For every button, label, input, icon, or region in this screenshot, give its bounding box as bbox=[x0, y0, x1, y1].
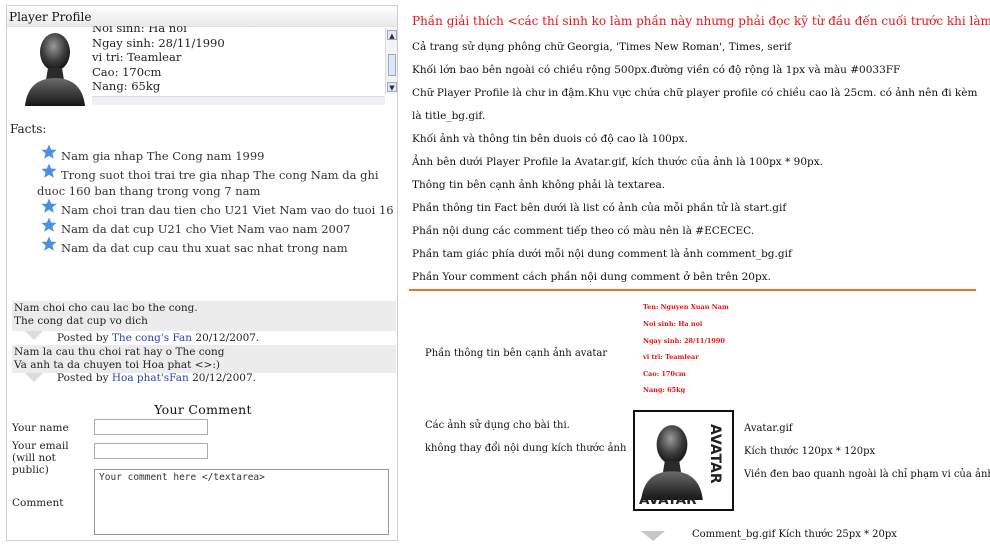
fact-item: Trong suot thoi trai tre gia nhap The co… bbox=[37, 163, 397, 199]
fact-item: Nam da dat cup U21 cho Viet Nam vao nam … bbox=[37, 217, 397, 237]
star-icon bbox=[41, 144, 57, 159]
info-height: Cao: 170cm bbox=[92, 64, 162, 79]
images-note: không thay đổi nội dung kích thước ảnh bbox=[425, 443, 627, 454]
avatar-filename: Avatar.gif bbox=[744, 423, 793, 434]
title-bar: Player Profile bbox=[7, 6, 397, 27]
explanation-line: Ảnh bên dưới Player Profile la Avatar.gi… bbox=[412, 156, 823, 168]
comment-line: Nam choi cho cau lac bo the cong. bbox=[14, 302, 198, 314]
explanation-line: Phần Your comment cách phần nội dung com… bbox=[412, 271, 771, 283]
avatar-vertical-text: AVATAR bbox=[707, 424, 723, 484]
avatar-size: Kích thước 120px * 120px bbox=[744, 446, 876, 457]
explanation-line: Chữ Player Profile là chư in đậm.Khu vực… bbox=[412, 87, 978, 99]
comment-meta: Posted by Hoa phat'sFan 20/12/2007. bbox=[57, 372, 256, 384]
comment-line: Va anh ta da chuyen toi Hoa phat <>:) bbox=[14, 359, 220, 371]
images-label: Các ảnh sử dụng cho bài thi. bbox=[425, 420, 570, 431]
explanation-line: Phần tam giác phía dưới mỗi nội dung com… bbox=[412, 248, 792, 260]
comment-triangle-icon bbox=[25, 331, 43, 340]
explanation-line: Phần nội dung các comment tiếp theo có m… bbox=[412, 225, 755, 237]
author-link[interactable]: Hoa phat'sFan bbox=[112, 372, 189, 384]
fact-item: Nam choi tran dau tien cho U21 Viet Nam … bbox=[37, 198, 397, 218]
sample-line: Ten: Nguyen Xuan Nam bbox=[643, 303, 729, 311]
sample-line: Ngay sinh: 28/11/1990 bbox=[643, 337, 725, 345]
explanation-line: là title_bg.gif. bbox=[412, 110, 486, 122]
info-position: vi tri: Teamlear bbox=[92, 50, 182, 64]
comment-triangle-icon bbox=[25, 373, 43, 382]
star-icon bbox=[41, 198, 57, 213]
info-birthplace: Noi sinh: Ha noi bbox=[92, 26, 187, 35]
explanation-line: Khối ảnh và thông tin bên duois có độ ca… bbox=[412, 133, 688, 145]
email-input[interactable] bbox=[94, 443, 208, 459]
vertical-scrollbar[interactable]: ▲ ▼ bbox=[385, 28, 397, 94]
name-input[interactable] bbox=[94, 419, 208, 435]
author-link[interactable]: The cong's Fan bbox=[112, 332, 192, 344]
name-label: Your name bbox=[12, 422, 69, 434]
horizontal-scrollbar[interactable] bbox=[92, 96, 385, 105]
comment-meta: Posted by The cong's Fan 20/12/2007. bbox=[57, 332, 260, 344]
divider bbox=[409, 289, 976, 291]
comment-box: Nam la cau thu choi rat hay o The cong V… bbox=[12, 345, 396, 373]
comment-bg-label: Comment_bg.gif Kích thước 25px * 20px bbox=[692, 529, 897, 540]
explanation-line: Khối lớn bao bên ngoài có chiều rộng 500… bbox=[412, 64, 901, 76]
comment-textarea[interactable]: Your comment here </textarea> bbox=[94, 469, 389, 535]
email-label: Your email (will not public) bbox=[12, 440, 69, 476]
player-info[interactable]: Noi sinh: Ha noi Ngay sinh: 28/11/1990 v… bbox=[92, 26, 397, 96]
comment-line: The cong dat cup vo dich bbox=[14, 315, 148, 327]
avatar-sample-image: AVATAR AVATAR bbox=[633, 410, 734, 511]
fact-item: Nam da dat cup cau thu xuat sac nhat tro… bbox=[37, 236, 397, 256]
sample-info-label: Phần thông tin bên cạnh ảnh avatar bbox=[425, 348, 608, 359]
sample-line: Nang: 65kg bbox=[643, 386, 686, 394]
info-weight: Nang: 65kg bbox=[92, 79, 161, 93]
star-icon bbox=[41, 217, 57, 232]
explanation-line: Cả trang sử dụng phông chữ Georgia, 'Tim… bbox=[412, 41, 792, 53]
avatar-icon bbox=[21, 28, 89, 106]
avatar-horizontal-text: AVATAR bbox=[639, 492, 697, 508]
star-icon bbox=[41, 236, 57, 251]
scroll-down-icon[interactable]: ▼ bbox=[387, 82, 397, 92]
avatar-border-note: Viền đen bao quanh ngoài là chỉ phạm vi … bbox=[744, 469, 990, 480]
comment-box: Nam choi cho cau lac bo the cong. The co… bbox=[12, 301, 396, 331]
facts-list: Nam gia nhap The Cong nam 1999 Trong suo… bbox=[37, 144, 397, 259]
scroll-thumb[interactable] bbox=[388, 54, 396, 76]
explanation-heading: Phần giải thích <các thí sinh ko làm phầ… bbox=[412, 14, 990, 28]
sample-line: vi tri: Teamlear bbox=[643, 353, 699, 361]
facts-label: Facts: bbox=[10, 122, 47, 136]
profile-title: Player Profile bbox=[9, 10, 92, 24]
star-icon bbox=[41, 163, 57, 178]
your-comment-title: Your Comment bbox=[154, 402, 252, 417]
avatar-silhouette-icon bbox=[641, 425, 703, 500]
scroll-up-icon[interactable]: ▲ bbox=[387, 30, 397, 40]
comment-line: Nam la cau thu choi rat hay o The cong bbox=[14, 346, 225, 358]
svg-text:AVATAR: AVATAR bbox=[707, 424, 723, 484]
explanation-line: Thông tin bên cạnh ảnh không phải là tex… bbox=[412, 179, 666, 191]
sample-line: Cao: 170cm bbox=[643, 370, 686, 378]
explanation-line: Phần thông tin Fact bên dưới là list có … bbox=[412, 202, 787, 214]
comment-bg-triangle-icon bbox=[641, 531, 665, 541]
comment-label: Comment bbox=[12, 497, 64, 509]
fact-item: Nam gia nhap The Cong nam 1999 bbox=[37, 144, 397, 164]
player-profile-box: Player Profile Noi sinh: Ha noi Ngay sin… bbox=[6, 5, 398, 541]
info-birthday: Ngay sinh: 28/11/1990 bbox=[92, 35, 225, 50]
sample-line: Noi sinh: Ha noi bbox=[643, 320, 703, 328]
